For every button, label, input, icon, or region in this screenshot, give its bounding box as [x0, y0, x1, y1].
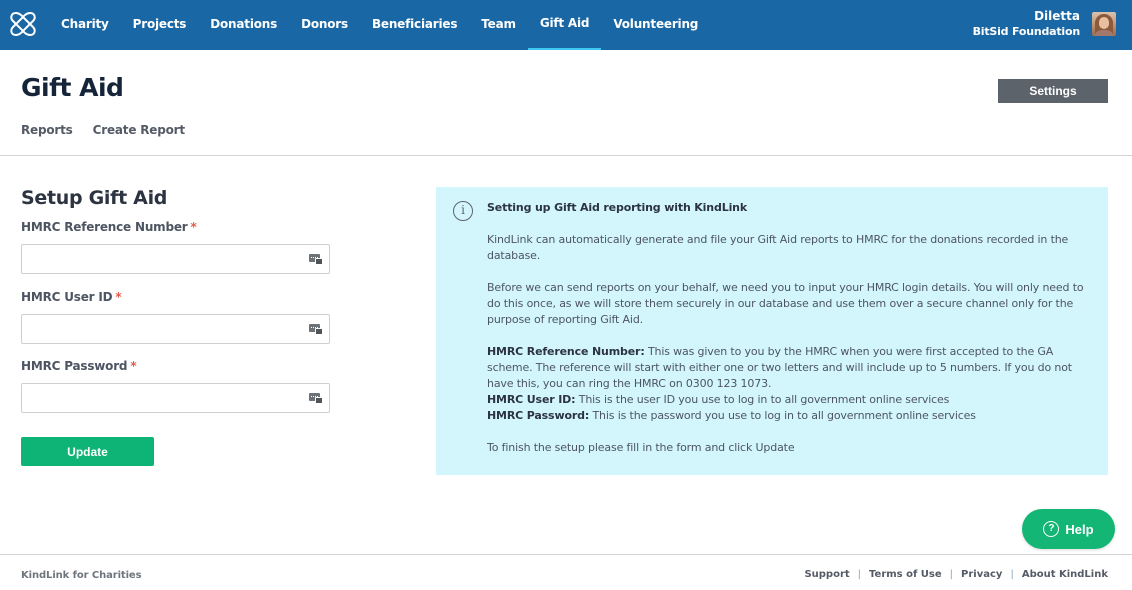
required-marker: *: [115, 290, 122, 304]
nav-item-beneficiaries[interactable]: Beneficiaries: [360, 0, 469, 50]
definition-user-id: HMRC User ID: This is the user ID you us…: [487, 392, 1097, 408]
user-name: Diletta: [1034, 9, 1080, 23]
hmrc-reference-number-input[interactable]: [21, 244, 330, 274]
update-button[interactable]: Update: [21, 437, 154, 466]
info-icon: i: [453, 201, 473, 221]
nav-item-gift-aid[interactable]: Gift Aid: [527, 0, 602, 50]
nav-item-charity[interactable]: Charity: [49, 0, 121, 50]
avatar[interactable]: [1092, 12, 1116, 36]
password-manager-icon[interactable]: [309, 323, 323, 335]
nav-item-team[interactable]: Team: [469, 0, 528, 50]
nav-item-projects[interactable]: Projects: [121, 0, 199, 50]
definition-term: HMRC Password:: [487, 409, 590, 422]
label-text: HMRC User ID: [21, 290, 113, 304]
page-title: Gift Aid: [21, 73, 124, 102]
help-button[interactable]: ? Help: [1022, 509, 1115, 549]
definition-password: HMRC Password: This is the password you …: [487, 408, 1097, 424]
hmrc-password-label: HMRC Password *: [21, 359, 137, 373]
user-organization: BitSid Foundation: [972, 25, 1081, 38]
hmrc-user-id-input[interactable]: [21, 314, 330, 344]
footer-divider: [0, 554, 1132, 555]
required-marker: *: [190, 220, 197, 234]
info-closing: To finish the setup please fill in the f…: [487, 441, 795, 454]
question-circle-icon: ?: [1043, 521, 1060, 537]
definition-text: This is the password you use to log in t…: [589, 409, 976, 422]
password-manager-icon[interactable]: [309, 392, 323, 404]
hmrc-reference-number-label: HMRC Reference Number *: [21, 220, 197, 234]
subnav-create-report[interactable]: Create Report: [93, 123, 185, 137]
main-nav: Charity Projects Donations Donors Benefi…: [49, 0, 710, 50]
footer-link-privacy[interactable]: Privacy: [961, 569, 1002, 580]
label-text: HMRC Reference Number: [21, 220, 188, 234]
info-definitions: HMRC Reference Number: This was given to…: [487, 344, 1097, 424]
sub-navigation: Reports Create Report: [21, 123, 185, 137]
definition-term: HMRC Reference Number:: [487, 345, 645, 358]
footer-link-support[interactable]: Support: [804, 569, 849, 580]
subnav-reports[interactable]: Reports: [21, 123, 73, 137]
user-menu[interactable]: Diletta BitSid Foundation: [972, 9, 1081, 39]
avatar-face: [1099, 17, 1109, 29]
info-paragraph: KindLink can automatically generate and …: [487, 233, 1069, 262]
top-navigation-bar: Charity Projects Donations Donors Benefi…: [0, 0, 1132, 50]
footer-brand: KindLink for Charities: [21, 570, 142, 581]
footer-separator: |: [857, 569, 862, 580]
form-title: Setup Gift Aid: [21, 187, 168, 209]
info-title: Setting up Gift Aid reporting with KindL…: [487, 201, 748, 214]
settings-button[interactable]: Settings: [998, 79, 1108, 103]
nav-item-volunteering[interactable]: Volunteering: [601, 0, 710, 50]
required-marker: *: [130, 359, 137, 373]
header-divider: [0, 155, 1132, 156]
nav-item-donations[interactable]: Donations: [198, 0, 289, 50]
definition-term: HMRC User ID:: [487, 393, 576, 406]
avatar-shoulders: [1094, 30, 1114, 36]
label-text: HMRC Password: [21, 359, 128, 373]
info-panel: i Setting up Gift Aid reporting with Kin…: [436, 187, 1108, 475]
password-manager-icon[interactable]: [309, 253, 323, 265]
footer-link-terms-of-use[interactable]: Terms of Use: [869, 569, 942, 580]
info-content: Setting up Gift Aid reporting with KindL…: [487, 200, 1097, 456]
footer-separator: |: [949, 569, 954, 580]
hmrc-password-input[interactable]: [21, 383, 330, 413]
info-paragraph: Before we can send reports on your behal…: [487, 281, 1084, 326]
hmrc-user-id-label: HMRC User ID *: [21, 290, 122, 304]
footer-links: Support | Terms of Use | Privacy | About…: [804, 569, 1108, 580]
nav-item-donors[interactable]: Donors: [289, 0, 360, 50]
footer-separator: |: [1010, 569, 1014, 580]
definition-text: This is the user ID you use to log in to…: [575, 393, 950, 406]
footer-link-about-kindlink[interactable]: About KindLink: [1022, 569, 1108, 580]
definition-reference-number: HMRC Reference Number: This was given to…: [487, 344, 1097, 392]
help-label: Help: [1065, 521, 1094, 537]
kindlink-logo-icon[interactable]: [8, 9, 38, 39]
